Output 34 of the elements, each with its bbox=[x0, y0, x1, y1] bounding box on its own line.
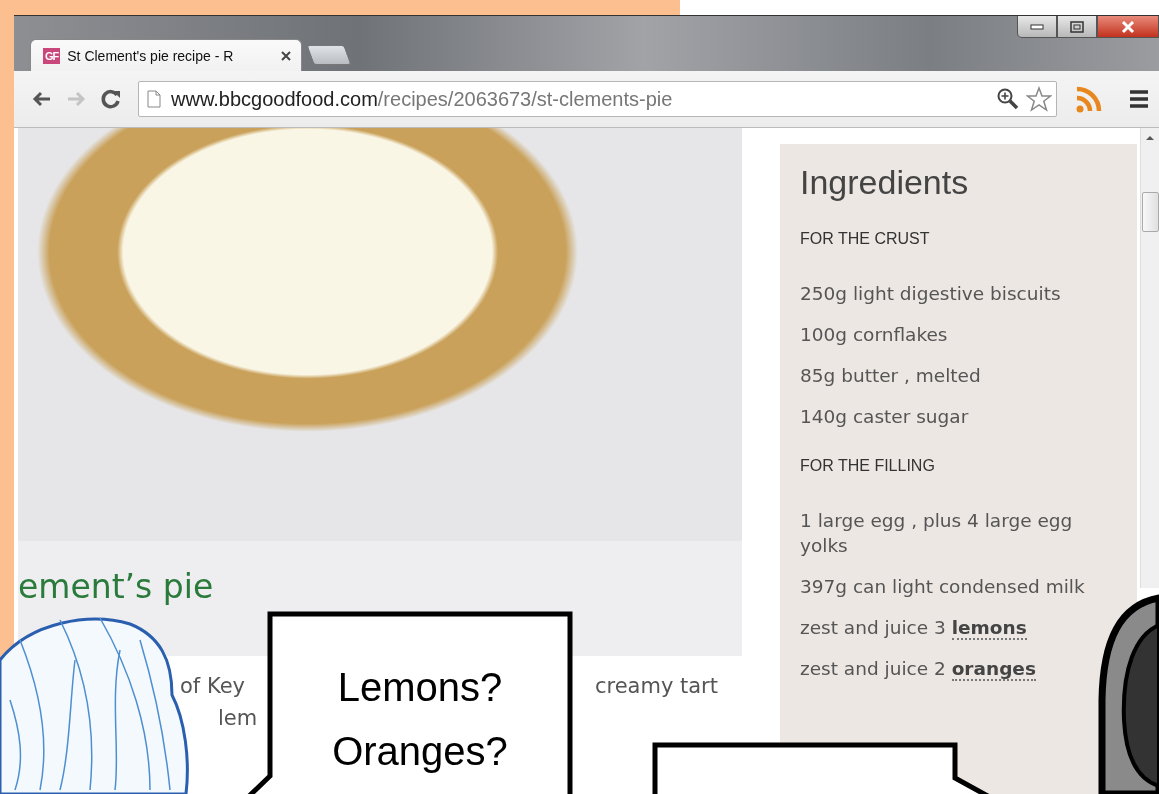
minimize-icon bbox=[1030, 23, 1044, 30]
ingredients-heading: Ingredients bbox=[800, 162, 970, 202]
section-title: FOR THE CRUST bbox=[800, 229, 931, 248]
back-icon[interactable] bbox=[32, 90, 52, 108]
browser-tab[interactable]: GF St Clement's pie recipe - R bbox=[30, 39, 302, 71]
zoom-icon[interactable] bbox=[996, 87, 1020, 111]
tab-title: St Clement's pie recipe - R bbox=[67, 47, 235, 64]
ingredient-item: 397g can light condensed milk bbox=[800, 575, 1086, 599]
ingredient-item: 100g cornflakes bbox=[800, 323, 949, 347]
address-bar[interactable]: www.bbcgoodfood.com/recipes/2063673/st-clements-pie bbox=[138, 81, 1057, 117]
recipe-title: ement’s pie bbox=[18, 567, 214, 606]
ingredient-item: 85g butter , melted bbox=[800, 364, 982, 388]
ingredient-item: 140g caster sugar bbox=[800, 405, 970, 429]
favicon: GF bbox=[43, 47, 61, 64]
maximize-button[interactable] bbox=[1057, 16, 1097, 38]
scroll-up-icon[interactable] bbox=[1145, 134, 1155, 142]
star-icon[interactable] bbox=[1026, 86, 1052, 112]
scrollbar[interactable] bbox=[1140, 128, 1159, 588]
maximize-icon bbox=[1070, 20, 1084, 33]
reload-icon[interactable] bbox=[100, 88, 122, 110]
section-title: FOR THE FILLING bbox=[800, 456, 936, 475]
description-text: of Key bbox=[180, 674, 245, 698]
close-button[interactable] bbox=[1097, 16, 1159, 38]
page-icon bbox=[147, 90, 161, 108]
url-path: /recipes/2063673/st-clements-pie bbox=[377, 87, 673, 110]
ingredient-item: 1 large egg , plus 4 large egg yolks bbox=[800, 509, 1074, 558]
minimize-button[interactable] bbox=[1017, 16, 1057, 38]
close-icon bbox=[1120, 19, 1136, 34]
description-text: creamy tart bbox=[594, 674, 718, 698]
tab-close-icon[interactable] bbox=[281, 50, 291, 61]
menu-icon[interactable] bbox=[1129, 89, 1149, 109]
url-domain: www.bbcgoodfood.com bbox=[171, 87, 378, 110]
scrollbar-thumb[interactable] bbox=[1141, 192, 1159, 232]
ingredient-item: 250g light digestive biscuits bbox=[800, 282, 1062, 306]
